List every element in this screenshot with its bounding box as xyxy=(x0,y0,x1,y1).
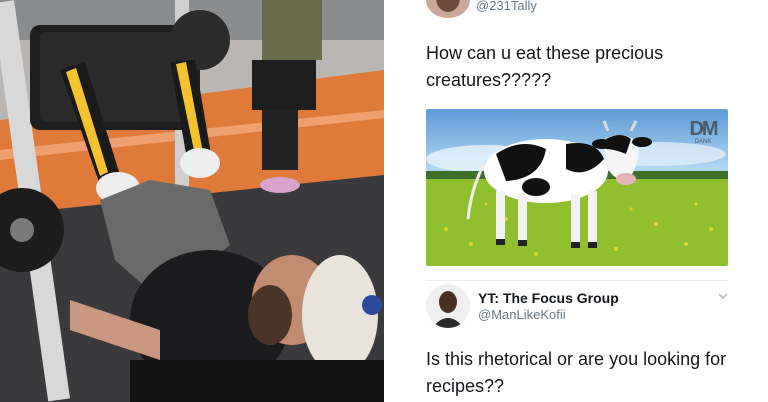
cow-image[interactable]: DM DANK xyxy=(426,109,728,266)
tweet-text: How can u eat these precious creatures??… xyxy=(426,43,664,90)
reply-avatar[interactable] xyxy=(426,284,470,328)
reply-handle[interactable]: @ManLikeKofii xyxy=(478,307,566,322)
watermark-mark: DM xyxy=(689,118,718,140)
meme-canvas: @231Tally How can u eat these precious c… xyxy=(0,0,768,402)
gym-photo xyxy=(0,0,384,402)
chevron-down-icon[interactable] xyxy=(717,289,729,301)
reply-text: Is this rhetorical or are you looking fo… xyxy=(426,349,727,396)
tweet-divider xyxy=(426,280,728,281)
gym-photo-art xyxy=(0,0,384,402)
chevron-down-icon-art xyxy=(718,293,728,300)
reply-avatar-art xyxy=(426,284,470,328)
reply-display-name[interactable]: YT: The Focus Group xyxy=(478,290,619,306)
tweet-handle[interactable]: @231Tally xyxy=(476,0,537,13)
cow-image-art xyxy=(426,109,728,266)
watermark-text: DANK xyxy=(694,139,712,145)
watermark-logo: DM DANK xyxy=(688,119,718,146)
